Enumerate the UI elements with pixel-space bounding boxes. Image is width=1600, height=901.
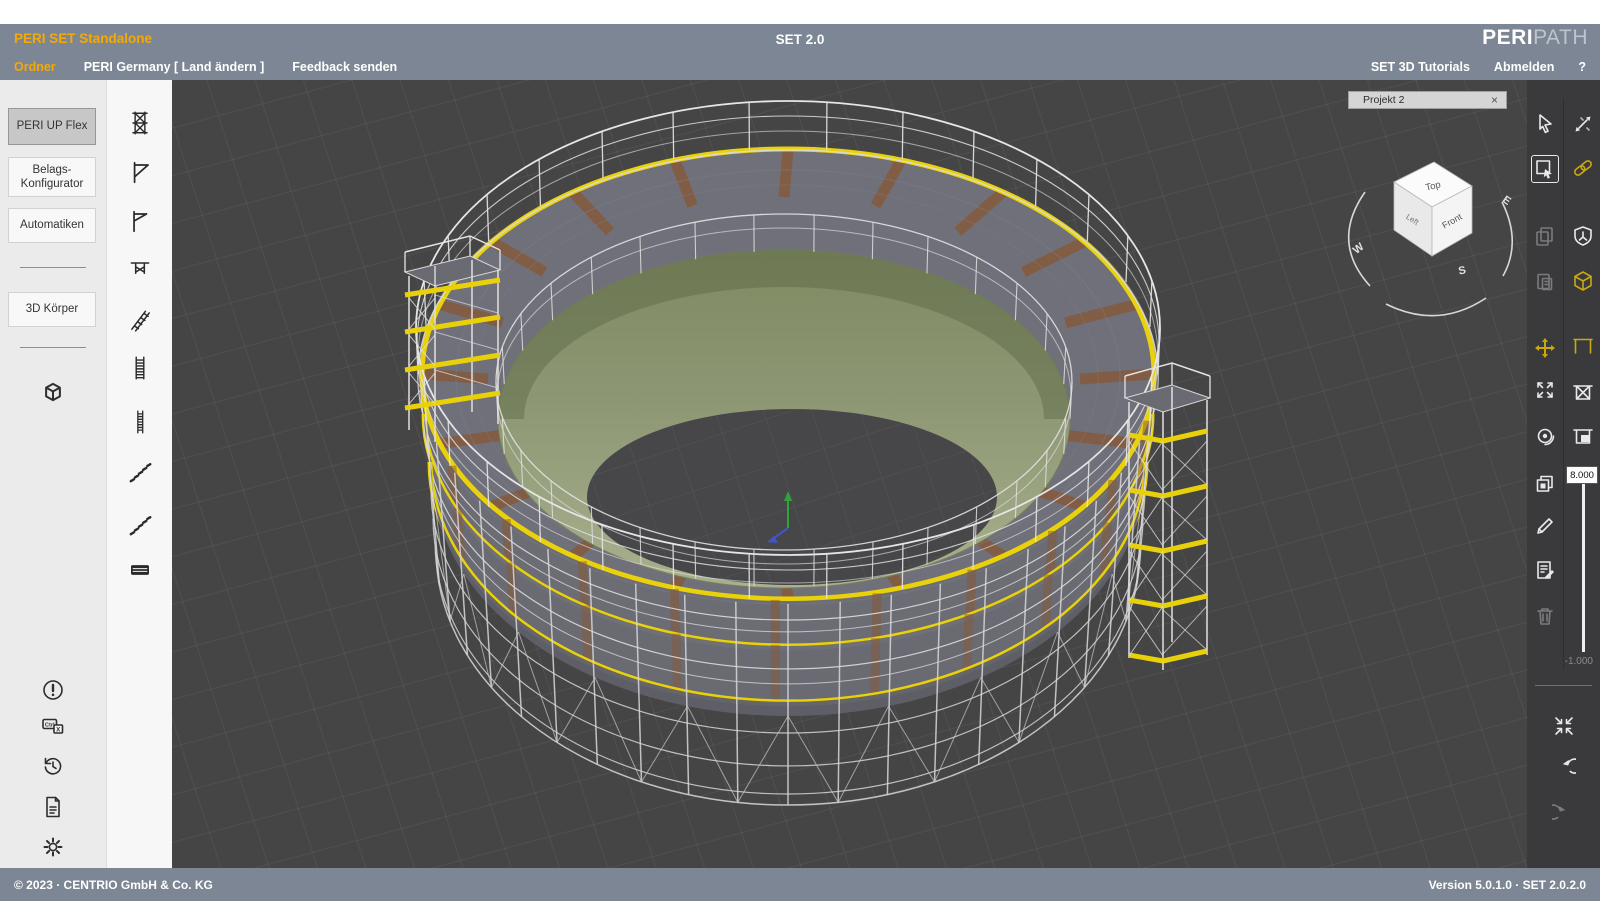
undo-icon[interactable]	[1552, 758, 1576, 782]
compass-arc-left	[1349, 192, 1370, 286]
link-tool-icon[interactable]	[1571, 156, 1595, 180]
menu-feedback[interactable]: Feedback senden	[292, 60, 397, 74]
button-peri-up-flex[interactable]: PERI UP Flex	[8, 108, 96, 145]
status-bar: © 2023 · CENTRIO GmbH & Co. KG Version 5…	[0, 868, 1600, 901]
project-tab[interactable]: Projekt 2 ×	[1348, 91, 1507, 109]
button-belags-konfigurator[interactable]: Belags-Konfigurator	[8, 157, 96, 197]
menu-right: SET 3D Tutorials Abmelden ?	[1371, 60, 1600, 74]
edit-document-tool-icon[interactable]	[1533, 559, 1557, 583]
close-icon[interactable]: ×	[1491, 93, 1506, 107]
settings-gear-icon[interactable]	[41, 835, 65, 859]
nav-cube[interactable]: Top Left Front W E S	[1349, 162, 1513, 316]
left-sidebar: PERI UP Flex Belags-Konfigurator Automat…	[0, 80, 106, 868]
project-tab-label: Projekt 2	[1349, 94, 1491, 106]
cube-display-tool-icon[interactable]	[1571, 269, 1595, 293]
box-select-tool-icon[interactable]	[1531, 155, 1559, 183]
app-header: PERI SET Standalone SET 2.0 PERIPATH Ord…	[0, 24, 1600, 80]
menu-logout[interactable]: Abmelden	[1494, 60, 1554, 74]
shortcut-ctrl-x-icon[interactable]: CtrlX	[41, 714, 65, 738]
compass-west[interactable]: W	[1351, 240, 1367, 256]
pencil-tool-icon[interactable]	[1533, 514, 1557, 538]
tool-stair-run-alt-icon[interactable]	[127, 512, 153, 538]
component-toolbar	[106, 80, 172, 868]
tool-stair-run-icon[interactable]	[127, 459, 153, 485]
button-automatiken[interactable]: Automatiken	[8, 208, 96, 243]
toolbar-divider	[1535, 685, 1592, 686]
tool-stair-flight-icon[interactable]	[127, 307, 153, 333]
toolbar-column-separator	[1563, 98, 1564, 668]
tool-scaffold-frame-icon[interactable]	[127, 110, 153, 136]
menu-help[interactable]: ?	[1578, 60, 1586, 74]
right-toolbar: 8.000 -1.000	[1527, 80, 1600, 868]
compass-east[interactable]: E	[1500, 194, 1513, 208]
compass-south[interactable]: S	[1457, 264, 1467, 277]
sidebar-divider	[20, 267, 86, 268]
history-icon[interactable]	[41, 754, 65, 778]
menu-row: Ordner PERI Germany [ Land ändern ] Feed…	[0, 54, 1600, 80]
frame-tool-icon[interactable]	[1571, 333, 1595, 357]
scene-3d-scaffold-tank: Top Left Front W E S	[172, 80, 1527, 868]
move-tool-icon[interactable]	[1533, 336, 1557, 360]
tool-ladder-icon[interactable]	[127, 355, 153, 381]
level-slider-min-label: -1.000	[1541, 656, 1593, 667]
menu-ordner[interactable]: Ordner	[14, 60, 56, 74]
version-text: Version 5.0.1.0 · SET 2.0.2.0	[1429, 878, 1586, 892]
tool-side-bracket-icon[interactable]	[127, 208, 153, 234]
cursor-tool-icon[interactable]	[1533, 112, 1557, 136]
paste-tool-icon[interactable]	[1533, 270, 1557, 294]
menu-left: Ordner PERI Germany [ Land ändern ] Feed…	[0, 60, 397, 74]
compass-arc-bottom	[1386, 298, 1486, 316]
tool-ladder-narrow-icon[interactable]	[127, 409, 153, 435]
frame-x-tool-icon[interactable]	[1571, 380, 1595, 404]
level-slider[interactable]	[1582, 484, 1585, 652]
redo-icon[interactable]	[1552, 804, 1576, 828]
peripath-logo: PERIPATH	[1482, 26, 1588, 50]
top-white-strip	[0, 0, 1600, 24]
center-view-icon[interactable]	[1552, 714, 1576, 738]
document-title: SET 2.0	[0, 32, 1600, 47]
frame-box-tool-icon[interactable]	[1571, 424, 1595, 448]
button-3d-koerper[interactable]: 3D Körper	[8, 292, 96, 327]
layers-tool-icon[interactable]	[1533, 471, 1557, 495]
brand-secondary: PATH	[1533, 26, 1588, 49]
menu-tutorials[interactable]: SET 3D Tutorials	[1371, 60, 1470, 74]
tool-console-bracket-icon[interactable]	[127, 159, 153, 185]
sidebar-divider	[20, 347, 86, 348]
orbit-tool-icon[interactable]	[1533, 424, 1557, 448]
shield-tool-icon[interactable]	[1571, 224, 1595, 248]
copyright-text: © 2023 · CENTRIO GmbH & Co. KG	[14, 878, 213, 892]
compass-arc-right	[1502, 202, 1512, 276]
level-slider-value[interactable]: 8.000	[1566, 466, 1598, 484]
fit-view-tool-icon[interactable]	[1533, 378, 1557, 402]
trash-tool-icon[interactable]	[1533, 604, 1557, 628]
brand-primary: PERI	[1482, 26, 1533, 49]
peri-set-window: PERI SET Standalone SET 2.0 PERIPATH Ord…	[0, 0, 1600, 901]
document-icon[interactable]	[41, 795, 65, 819]
tool-deck-plank-icon[interactable]	[129, 559, 151, 581]
alert-icon[interactable]	[41, 678, 65, 702]
tool-frame-connector-icon[interactable]	[127, 257, 153, 283]
title-row: PERI SET Standalone SET 2.0 PERIPATH	[0, 24, 1600, 54]
3d-box-icon[interactable]	[31, 370, 75, 414]
copy-tool-icon[interactable]	[1533, 224, 1557, 248]
viewport-3d[interactable]: Top Left Front W E S Projekt 2 ×	[172, 80, 1527, 868]
detach-tool-icon[interactable]	[1571, 112, 1595, 136]
menu-country[interactable]: PERI Germany [ Land ändern ]	[84, 60, 265, 74]
